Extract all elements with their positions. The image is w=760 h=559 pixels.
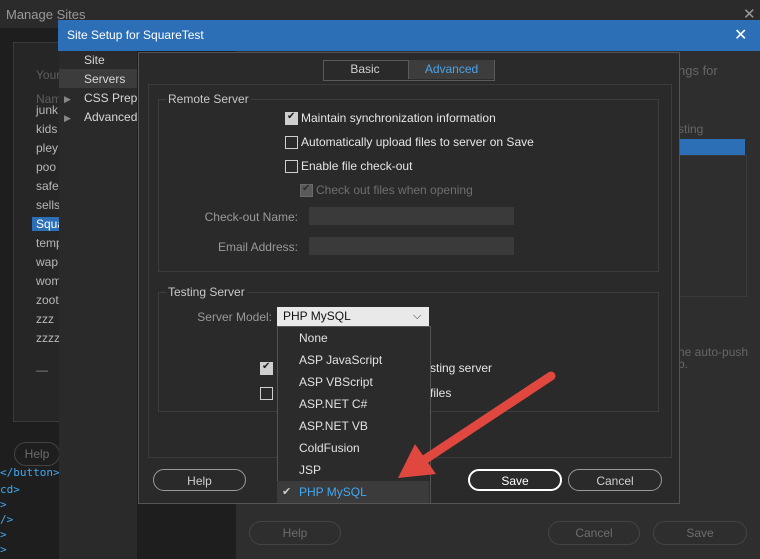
arrow-shaft: [413, 371, 556, 469]
red-arrow-annotation: [398, 371, 556, 478]
